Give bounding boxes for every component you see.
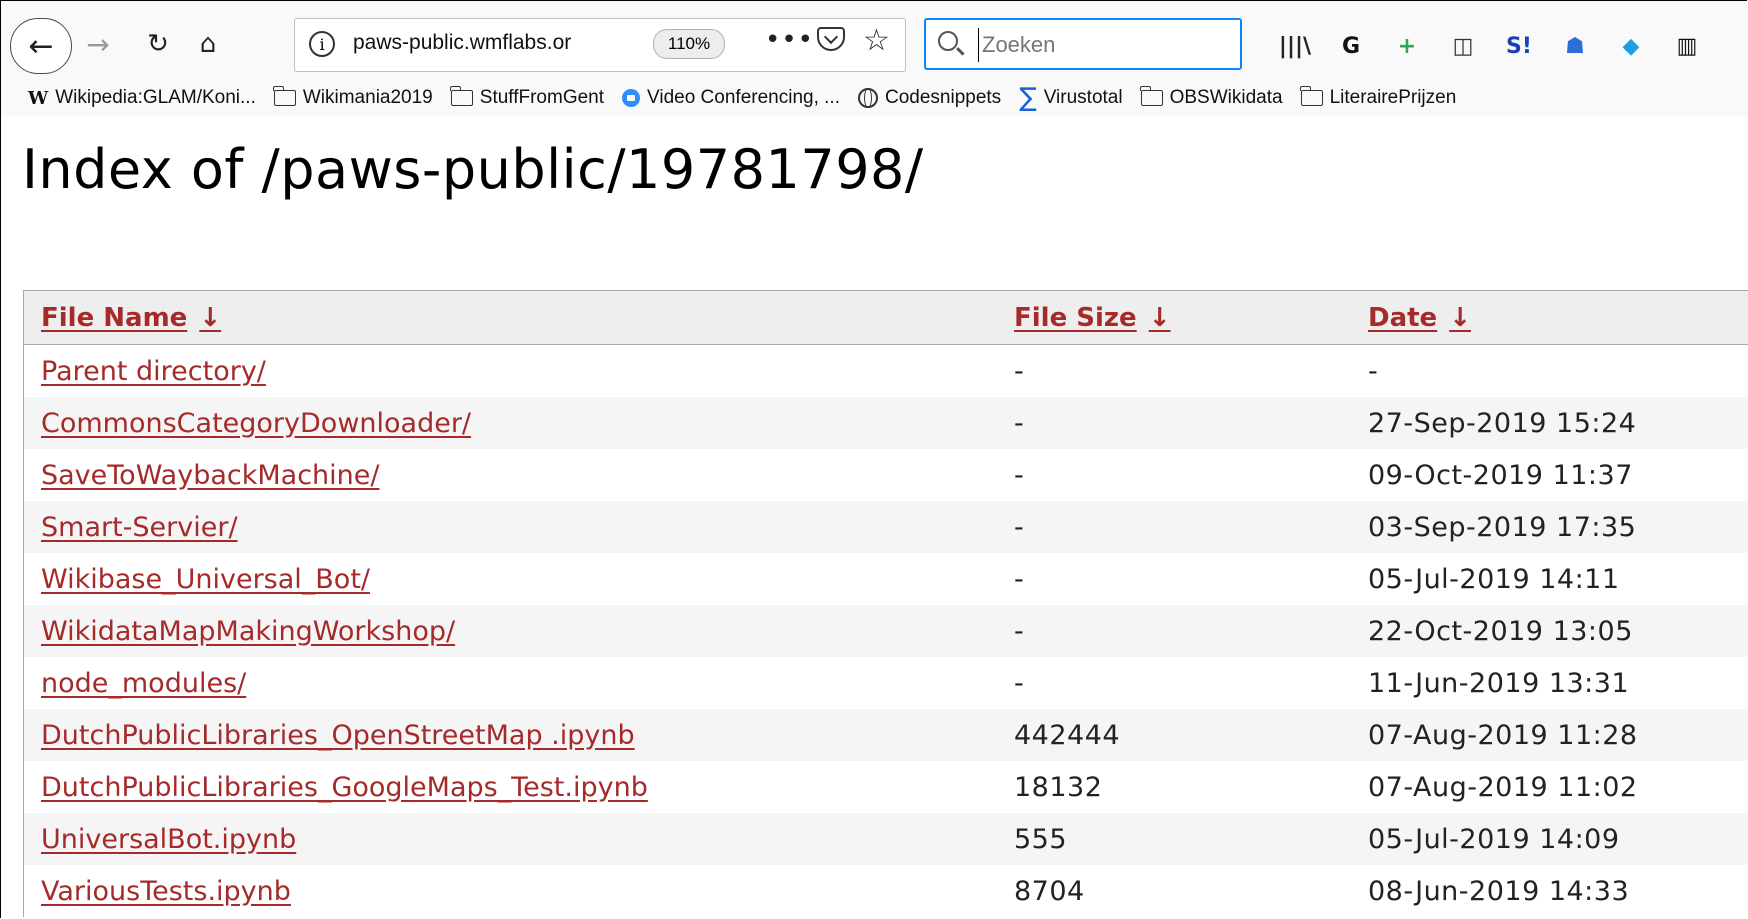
window-frame [0, 0, 1747, 918]
